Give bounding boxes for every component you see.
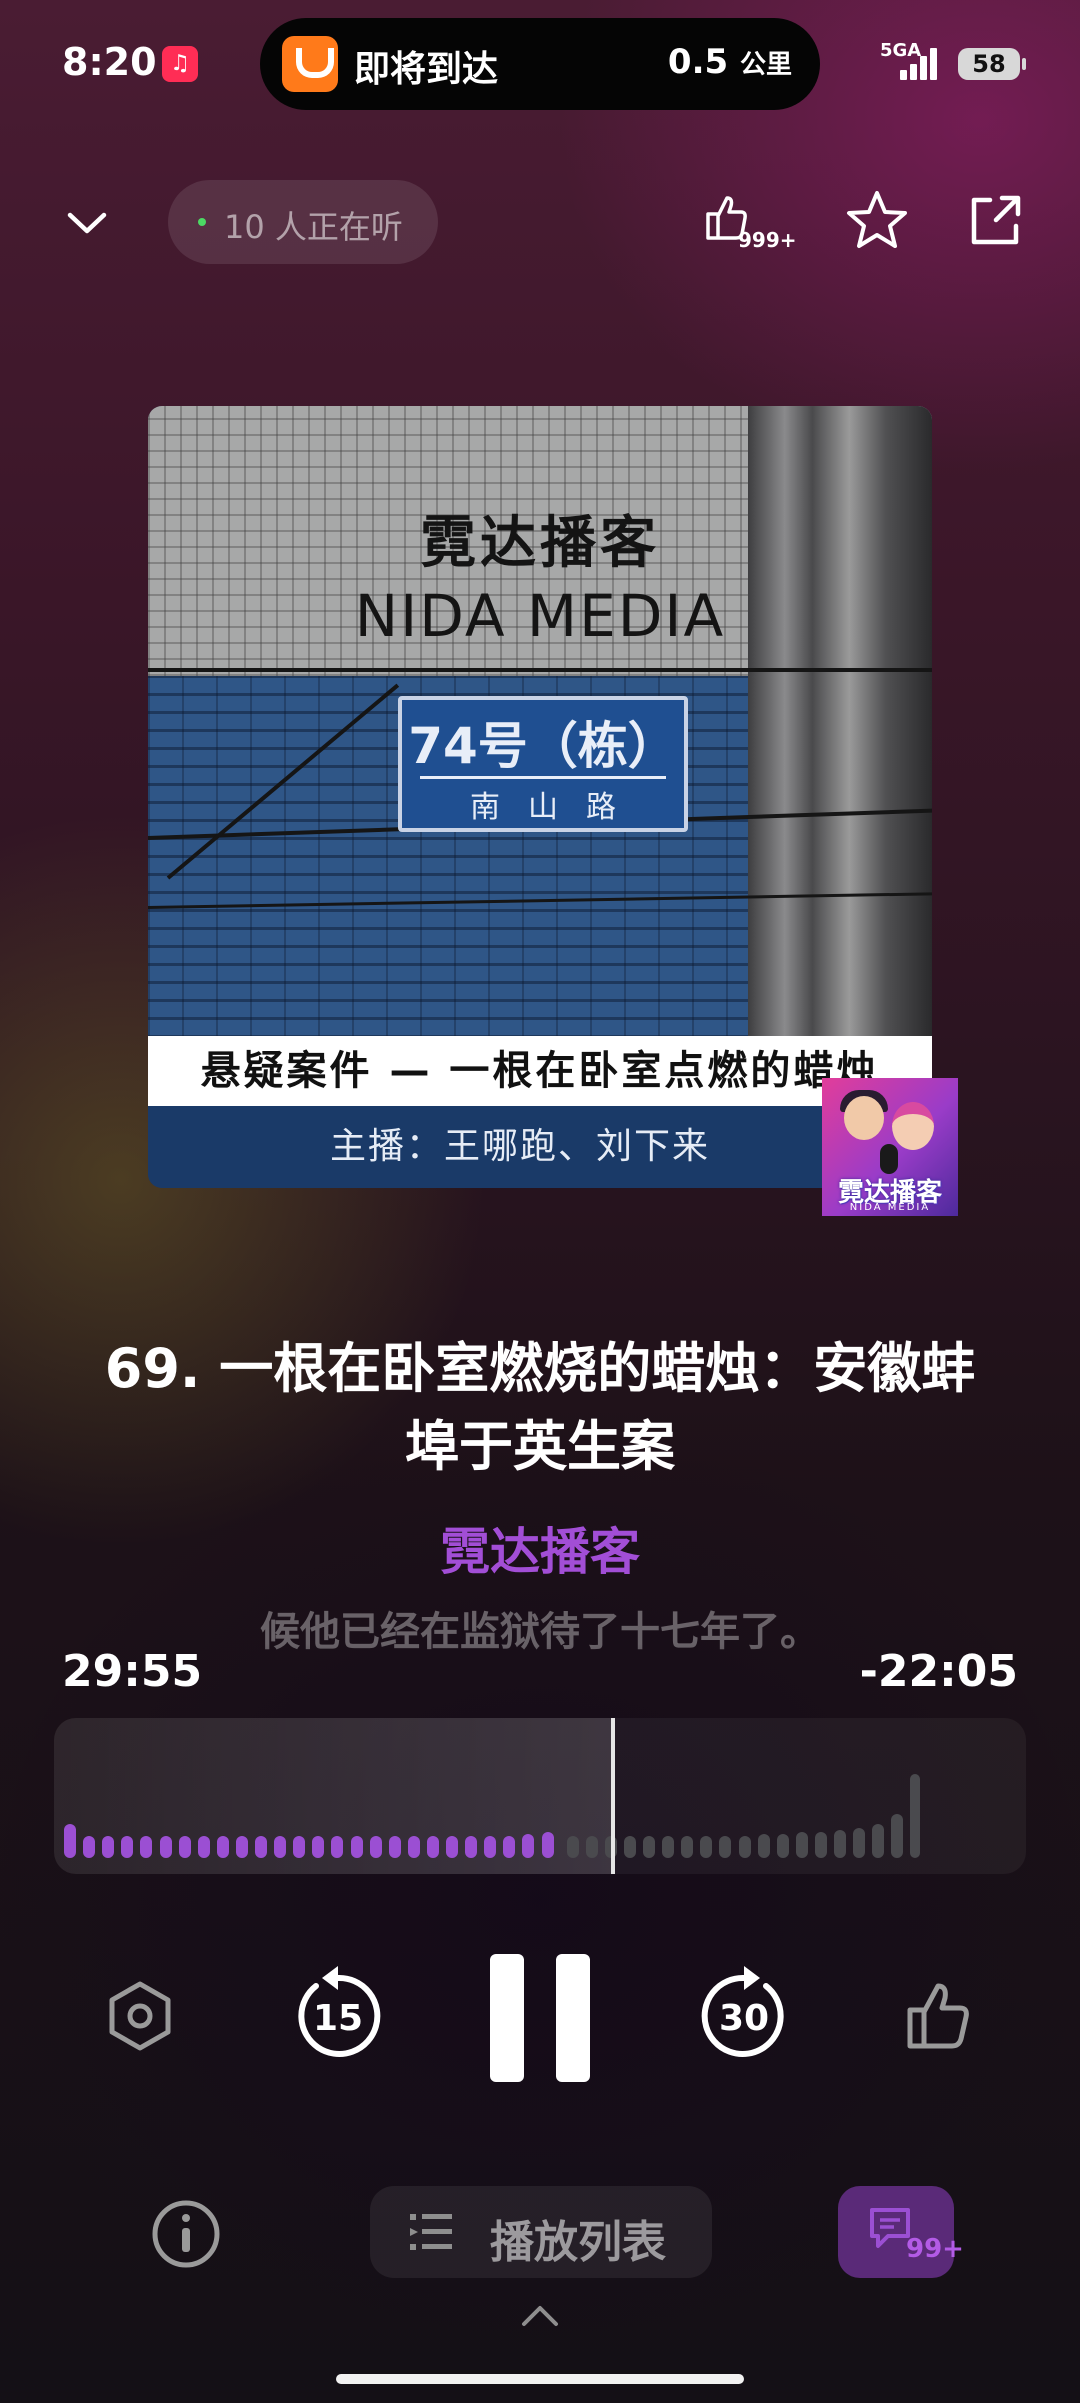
playlist-button[interactable]: 播放列表 — [370, 2186, 712, 2278]
badge-sub: NIDA MEDIA — [849, 1202, 931, 1213]
waveform-bar — [624, 1836, 636, 1858]
pause-bar-icon — [490, 1954, 524, 2082]
comments-button[interactable]: 99+ — [838, 2186, 964, 2278]
waveform-bar — [815, 1832, 827, 1858]
waveform-bar — [331, 1836, 343, 1858]
waveform-bar — [758, 1834, 770, 1858]
waveform-bar — [312, 1836, 324, 1858]
status-time: 8:20 — [62, 40, 157, 84]
chevron-down-icon[interactable] — [64, 200, 110, 246]
playlist-icon — [410, 2214, 452, 2250]
ride-status-text: 即将到达 — [354, 49, 499, 90]
artwork-hosts: 主播：王哪跑、刘下来 — [148, 1106, 932, 1188]
ride-live-activity[interactable]: 即将到达 0.5 公里 — [260, 18, 820, 110]
settings-hexagon-icon[interactable] — [104, 1980, 176, 2052]
rewind-15-icon[interactable]: 15 — [288, 1964, 388, 2068]
elapsed-time: 29:55 — [62, 1646, 203, 1697]
sign-road: 南山路 — [470, 790, 644, 825]
waveform-bar — [586, 1836, 598, 1858]
waveform-bar — [102, 1836, 114, 1858]
waveform-bar — [567, 1836, 579, 1858]
waveform-bar — [121, 1836, 133, 1858]
comment-count: 99+ — [906, 2234, 964, 2264]
waveform-bar — [719, 1836, 731, 1858]
waveform-bar — [891, 1814, 903, 1858]
sign-divider — [420, 776, 666, 779]
pause-button[interactable] — [486, 1954, 596, 2084]
waveform-bar — [700, 1836, 712, 1858]
episode-artwork[interactable]: 霓达播客 NIDA MEDIA 74号（栋） 南山路 悬疑案件 — 一根在卧室点… — [148, 406, 932, 1188]
waveform-bar — [427, 1836, 439, 1858]
artwork-wire — [148, 668, 932, 672]
waveform-bar — [643, 1836, 655, 1858]
episode-title: 69. 一根在卧室燃烧的蜡烛：安徽蚌埠于英生案 — [104, 1337, 976, 1478]
like-count: 999+ — [738, 228, 797, 252]
waveform-bar — [255, 1836, 267, 1858]
street-sign: 74号（栋） 南山路 — [398, 696, 688, 832]
podcast-author[interactable]: 霓达播客 — [0, 1512, 1080, 1584]
playhead[interactable] — [611, 1718, 615, 1874]
waveform-bar — [796, 1832, 808, 1858]
waveform-bar — [910, 1774, 920, 1858]
waveform-bar — [160, 1836, 172, 1858]
waveform-bar — [834, 1830, 846, 1858]
live-dot-icon — [198, 218, 206, 226]
waveform-bar — [83, 1836, 95, 1858]
waveform-bar — [64, 1824, 76, 1858]
artwork-title-cn: 霓达播客 — [420, 511, 660, 576]
listeners-count: 10 人正在听 — [224, 208, 403, 246]
forward-30-icon[interactable]: 30 — [694, 1964, 794, 2068]
pause-bar-icon — [556, 1954, 590, 2082]
waveform-bar — [662, 1836, 674, 1858]
waveform-bar — [274, 1836, 286, 1858]
waveform-bar — [465, 1836, 477, 1858]
waveform-bar — [179, 1836, 191, 1858]
waveform-bar — [370, 1836, 382, 1858]
thumbs-up-icon[interactable] — [902, 1976, 980, 2054]
share-icon[interactable] — [960, 186, 1030, 256]
waveform-bar — [446, 1836, 458, 1858]
waveform-bar — [293, 1836, 305, 1858]
waveform-bar — [351, 1836, 363, 1858]
transcript-line[interactable]: 候他已经在监狱待了十七年了。 — [240, 1602, 840, 1706]
waveform-bar — [853, 1828, 865, 1858]
waveform-bar — [777, 1834, 789, 1858]
svg-text:30: 30 — [719, 1998, 769, 2039]
waveform-bar — [198, 1836, 210, 1858]
info-icon[interactable] — [150, 2198, 222, 2270]
waveform-bar — [408, 1836, 420, 1858]
star-icon[interactable] — [842, 186, 912, 256]
ride-distance: 0.5 公里 — [667, 42, 792, 82]
waveform-bar — [542, 1832, 554, 1858]
waveform-bar — [522, 1834, 534, 1858]
chevron-up-icon[interactable] — [520, 2300, 560, 2330]
podcast-badge-logo: 霓达播客 NIDA MEDIA — [822, 1078, 958, 1216]
waveform-bar — [140, 1836, 152, 1858]
waveform-bar — [389, 1836, 401, 1858]
listeners-pill: 10 人正在听 — [168, 180, 438, 264]
remaining-time: -22:05 — [859, 1646, 1018, 1697]
playlist-label: 播放列表 — [490, 2217, 666, 2268]
waveform-bar — [872, 1824, 884, 1858]
waveform-bar — [681, 1836, 693, 1858]
sign-number: 74号（栋） — [408, 717, 678, 775]
waveform-scrubber[interactable] — [54, 1718, 1026, 1874]
like-count-button[interactable]: 999+ — [700, 186, 797, 256]
waveform-bar — [217, 1836, 229, 1858]
music-note-icon: ♫ — [162, 46, 198, 82]
didi-logo-icon — [282, 36, 338, 92]
signal-icon — [900, 44, 942, 80]
waveform-bar — [236, 1836, 248, 1858]
svg-text:15: 15 — [313, 1998, 363, 2039]
status-bar: 8:20 ♫ 即将到达 0.5 公里 5GA 58 — [0, 0, 1080, 130]
artwork-caption: 悬疑案件 — 一根在卧室点燃的蜡烛 — [148, 1036, 932, 1106]
battery-icon: 58 — [958, 48, 1026, 80]
waveform-bar — [484, 1836, 496, 1858]
artwork-title-en: NIDA MEDIA — [354, 582, 726, 650]
waveform-bar — [739, 1836, 751, 1858]
home-indicator[interactable] — [336, 2374, 744, 2384]
waveform-bar — [503, 1836, 515, 1858]
